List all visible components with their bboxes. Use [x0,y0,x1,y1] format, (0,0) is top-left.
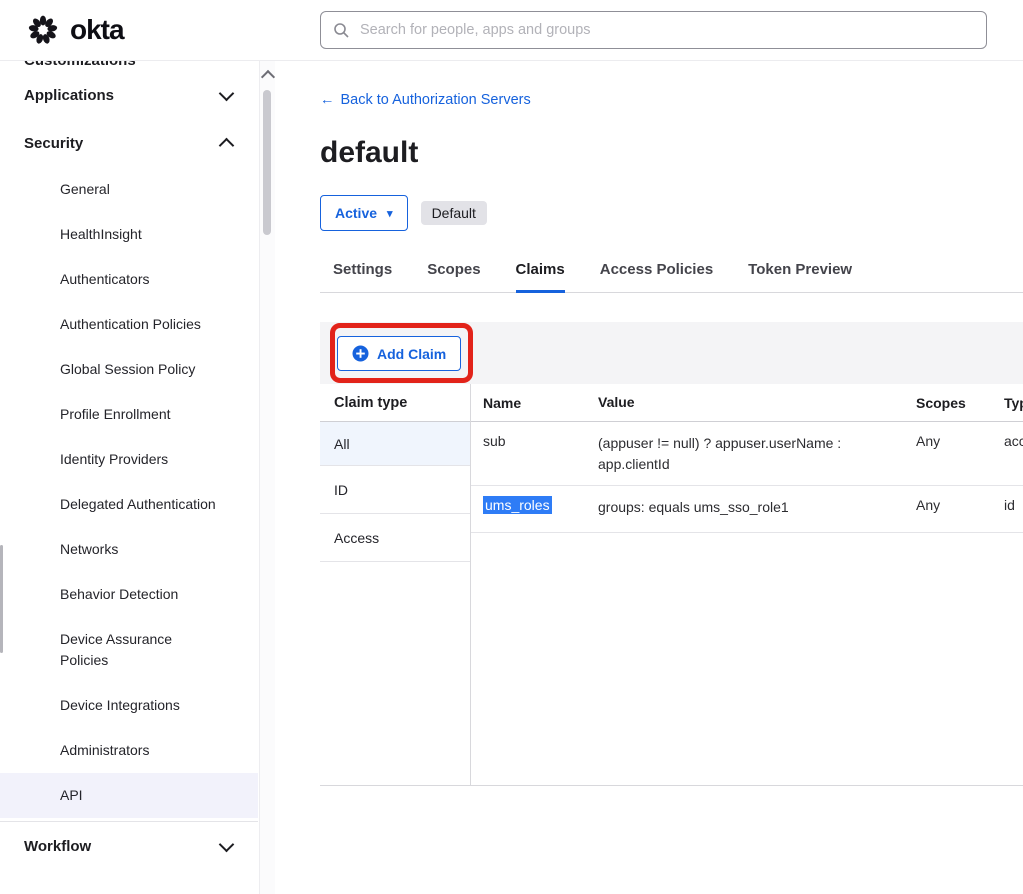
sidebar-item-customizations[interactable]: Customizations [0,60,258,71]
sidebar-item-label: Global Session Policy [60,359,195,380]
sidebar-section-workflow[interactable]: Workflow [0,821,258,870]
claim-scopes: Any [916,433,1004,449]
claim-type-panel: Claim type All ID Access [320,384,471,785]
sidebar-item-label: Administrators [60,740,149,761]
sidebar-item-delegated-authentication[interactable]: Delegated Authentication [0,482,258,527]
sidebar-item-label: General [60,179,110,200]
sidebar: Customizations Applications Security Gen… [0,60,258,894]
sidebar-item-label: Identity Providers [60,449,168,470]
okta-logo[interactable]: okta [26,13,124,47]
tab-settings[interactable]: Settings [333,261,392,292]
sidebar-item-label: Networks [60,539,118,560]
column-value: Value [598,392,916,413]
global-search[interactable] [320,11,987,49]
page-title: default [320,134,418,172]
claim-type-id[interactable]: ID [320,466,470,514]
claim-type-value: id [1004,497,1023,513]
plus-icon [352,345,369,362]
sidebar-item-label: API [60,785,83,806]
status-label: Active [335,205,377,221]
search-icon [333,22,349,38]
claim-name: sub [483,433,598,449]
claims-content: Claim type All ID Access Name Value Scop… [320,384,1023,786]
claim-value: (appuser != null) ? appuser.userName : a… [598,433,916,475]
sidebar-item-general[interactable]: General [0,167,258,212]
back-arrow-icon: ← [320,92,335,108]
sidebar-item-networks[interactable]: Networks [0,527,258,572]
back-link[interactable]: ← Back to Authorization Servers [320,92,531,108]
claim-type-all[interactable]: All [320,422,470,466]
claim-type-header: Claim type [320,384,470,422]
sidebar-item-identity-providers[interactable]: Identity Providers [0,437,258,482]
sidebar-item-behavior-detection[interactable]: Behavior Detection [0,572,258,617]
topbar: okta [0,0,1023,61]
claim-value: groups: equals ums_sso_role1 [598,497,916,518]
back-link-label: Back to Authorization Servers [341,92,531,108]
chevron-up-icon [219,137,235,153]
status-dropdown-button[interactable]: Active ▾ [320,195,408,231]
claim-type-access[interactable]: Access [320,514,470,562]
tab-claims[interactable]: Claims [516,261,565,292]
sidebar-section-label: Applications [24,87,114,104]
main-content: ← Back to Authorization Servers default … [320,60,1023,894]
okta-logo-icon [26,13,60,47]
status-row: Active ▾ Default [320,195,487,231]
column-scopes: Scopes [916,395,1004,411]
sidebar-item-api[interactable]: API [0,773,258,818]
chevron-down-icon [219,85,235,101]
scrollbar-thumb[interactable] [263,90,271,235]
sidebar-item-label: Device Integrations [60,695,180,716]
sidebar-item-device-assurance-policies[interactable]: Device Assurance Policies [0,617,258,683]
add-claim-button[interactable]: Add Claim [337,336,461,371]
tab-scopes[interactable]: Scopes [427,261,480,292]
sidebar-item-authentication-policies[interactable]: Authentication Policies [0,302,258,347]
add-claim-label: Add Claim [377,346,446,362]
okta-admin-screen: okta Customizations Applications Securit… [0,0,1023,894]
tab-access-policies[interactable]: Access Policies [600,261,713,292]
claims-table: Name Value Scopes Typ sub (appuser != nu… [471,384,1023,785]
sidebar-item-administrators[interactable]: Administrators [0,728,258,773]
claims-toolbar: Add Claim [320,322,1023,384]
page-scrollbar-artifact [0,545,3,653]
sidebar-item-label: HealthInsight [60,224,142,245]
claim-type-value: acc [1004,433,1023,449]
sidebar-item-authenticators[interactable]: Authenticators [0,257,258,302]
search-input[interactable] [358,21,974,39]
tab-token-preview[interactable]: Token Preview [748,261,852,292]
sidebar-section-label: Workflow [24,838,91,855]
claim-scopes: Any [916,497,1004,513]
sidebar-item-label: Authentication Policies [60,314,201,335]
sidebar-section-applications[interactable]: Applications [0,71,258,119]
column-type: Typ [1004,395,1023,411]
sidebar-item-label: Device Assurance Policies [60,629,218,671]
table-row[interactable]: ums_roles groups: equals ums_sso_role1 A… [471,486,1023,533]
sidebar-item-global-session-policy[interactable]: Global Session Policy [0,347,258,392]
table-header: Name Value Scopes Typ [471,384,1023,422]
caret-down-icon: ▾ [387,207,393,220]
okta-logo-text: okta [70,14,124,46]
security-subnav: General HealthInsight Authenticators Aut… [0,167,258,818]
tab-bar: Settings Scopes Claims Access Policies T… [320,261,1023,293]
default-badge: Default [421,201,487,225]
sidebar-section-label: Security [24,135,83,152]
sidebar-item-healthinsight[interactable]: HealthInsight [0,212,258,257]
table-row[interactable]: sub (appuser != null) ? appuser.userName… [471,422,1023,486]
claim-name: ums_roles [483,497,598,513]
sidebar-item-profile-enrollment[interactable]: Profile Enrollment [0,392,258,437]
selected-text-highlight: ums_roles [483,496,552,514]
column-name: Name [483,395,598,411]
scrollbar-up-arrow-icon[interactable] [260,70,274,84]
sidebar-item-label: Delegated Authentication [60,494,216,515]
sidebar-section-security[interactable]: Security [0,119,258,167]
sidebar-item-label: Authenticators [60,269,150,290]
sidebar-item-label: Profile Enrollment [60,404,171,425]
sidebar-item-device-integrations[interactable]: Device Integrations [0,683,258,728]
sidebar-scrollbar[interactable] [259,60,275,894]
sidebar-item-label: Behavior Detection [60,584,178,605]
chevron-down-icon [219,836,235,852]
